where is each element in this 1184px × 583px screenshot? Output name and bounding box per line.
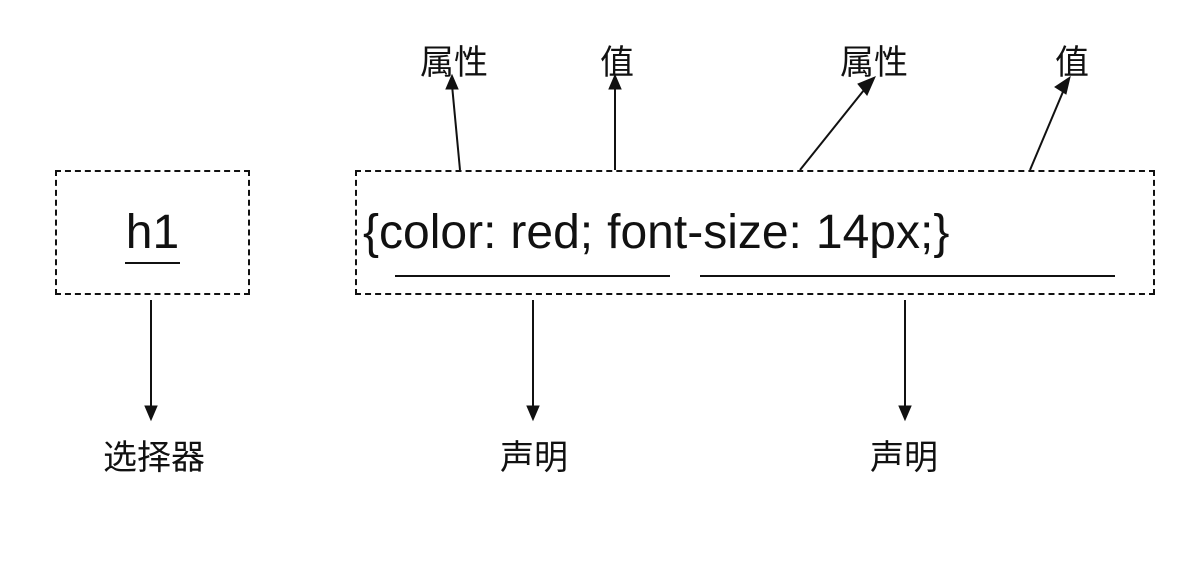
selector-label: 选择器	[103, 430, 205, 479]
declaration-2-underline	[700, 275, 1115, 277]
declaration-label-2: 声明	[870, 430, 938, 479]
arrow-property-1	[440, 75, 480, 170]
arrow-declaration-1	[518, 300, 548, 420]
declaration-label-1: 声明	[500, 430, 568, 479]
diagram-canvas: { "selector": { "text": "h1", "label": "…	[0, 0, 1184, 583]
property-2: font-size	[607, 205, 788, 260]
selector-underline	[125, 262, 180, 264]
selector-box: h1	[55, 170, 250, 295]
selector-text: h1	[126, 205, 179, 260]
property-1: color	[379, 205, 483, 260]
arrow-declaration-2	[890, 300, 920, 420]
arrow-selector	[136, 300, 166, 420]
close-brace: }	[933, 205, 949, 260]
declaration-1-underline	[395, 275, 670, 277]
open-brace: {	[363, 205, 379, 260]
semicolon-1: ;	[580, 205, 593, 260]
value-1: red	[510, 205, 579, 260]
semicolon-2: ;	[920, 205, 933, 260]
arrow-value-1	[600, 75, 630, 170]
colon-2: :	[789, 205, 802, 260]
arrow-property-2	[790, 75, 880, 170]
value-2: 14px	[816, 205, 920, 260]
arrow-value-2	[1020, 75, 1080, 170]
colon-1: :	[483, 205, 496, 260]
